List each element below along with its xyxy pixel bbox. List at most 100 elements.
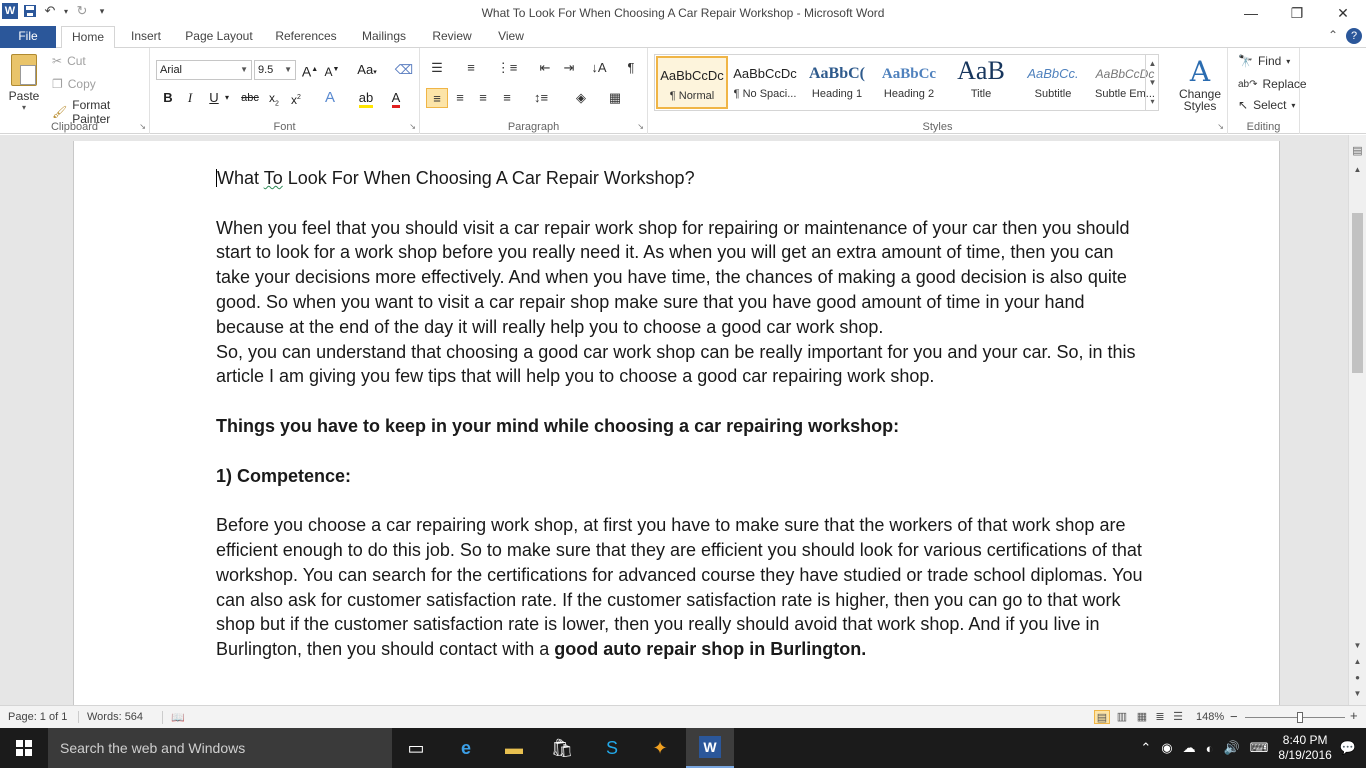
scroll-up-icon[interactable]: ▲ — [1349, 165, 1366, 174]
previous-page-icon[interactable]: ▲ — [1349, 657, 1366, 666]
multilevel-list-icon[interactable]: ⋮≡ — [496, 58, 518, 78]
font-color-icon[interactable]: A — [386, 88, 406, 108]
shading-icon[interactable]: ◈ — [570, 88, 592, 108]
strikethrough-icon[interactable]: abc — [238, 88, 262, 108]
start-button[interactable] — [0, 728, 48, 768]
underline-dropdown-icon[interactable]: ▾ — [222, 88, 232, 108]
shrink-font-icon[interactable]: A▼ — [322, 60, 342, 80]
help-icon[interactable]: ? — [1346, 28, 1362, 44]
scroll-thumb[interactable] — [1352, 213, 1363, 373]
cloud-icon[interactable]: ☁ — [1183, 740, 1196, 756]
text-effects-icon[interactable]: A — [320, 88, 340, 108]
style-subtitle[interactable]: AaBbCc. Subtitle — [1017, 56, 1089, 109]
web-layout-icon[interactable]: ▦ — [1134, 710, 1150, 724]
clear-formatting-icon[interactable]: ⌫ — [394, 60, 414, 80]
tab-references[interactable]: References — [268, 26, 344, 48]
draft-view-icon[interactable]: ☰ — [1170, 710, 1186, 724]
select-dropdown-icon[interactable]: ▾ — [1291, 101, 1295, 110]
scroll-down-icon[interactable]: ▼ — [1349, 641, 1366, 650]
restore-icon[interactable]: ❐ — [1274, 0, 1320, 26]
zoom-out-icon[interactable]: − — [1230, 709, 1238, 724]
show-formatting-icon[interactable]: ¶ — [620, 58, 642, 78]
decrease-indent-icon[interactable]: ⇤ — [534, 58, 556, 78]
vertical-scrollbar[interactable]: ▤ ▲ ▼ ▲ ● ▼ — [1348, 135, 1366, 705]
borders-icon[interactable]: ▦ — [604, 88, 626, 108]
ruler-toggle-icon[interactable]: ▤ — [1351, 145, 1364, 158]
justify-icon[interactable]: ≡ — [496, 88, 518, 108]
bold-icon[interactable]: B — [158, 88, 178, 108]
edge-browser-icon[interactable]: e — [442, 728, 490, 768]
close-icon[interactable]: ✕ — [1320, 0, 1366, 26]
paragraph-launcher-icon[interactable]: ↘ — [637, 122, 644, 131]
file-explorer-icon[interactable]: ▬ — [490, 728, 538, 768]
action-center-icon[interactable]: 💬 — [1340, 740, 1356, 756]
tab-home[interactable]: Home — [61, 26, 115, 49]
tab-view[interactable]: View — [488, 26, 534, 48]
superscript-icon[interactable]: x2 — [286, 88, 306, 108]
find-button[interactable]: 🔭 Find ▾ — [1238, 54, 1290, 68]
word-taskbar-icon[interactable]: W — [686, 728, 734, 768]
browse-object-icon[interactable]: ● — [1349, 673, 1366, 682]
find-dropdown-icon[interactable]: ▾ — [1286, 57, 1290, 66]
proofing-icon[interactable]: 📖 — [162, 711, 185, 724]
align-right-icon[interactable]: ≡ — [472, 88, 494, 108]
gallery-up-icon[interactable]: ▲ — [1149, 59, 1157, 68]
paste-button[interactable]: Paste ▾ — [6, 54, 42, 112]
print-layout-view-icon[interactable]: ▤ — [1094, 710, 1110, 724]
styles-launcher-icon[interactable]: ↘ — [1217, 122, 1224, 131]
zoom-level[interactable]: 148% — [1196, 711, 1224, 723]
next-page-icon[interactable]: ▼ — [1349, 689, 1366, 698]
word-count[interactable]: Words: 564 — [78, 711, 143, 723]
underline-icon[interactable]: U — [204, 88, 224, 108]
font-size-dropdown-icon[interactable]: ▼ — [284, 61, 292, 79]
numbering-icon[interactable]: ≡ — [460, 58, 482, 78]
tab-review[interactable]: Review — [424, 26, 480, 48]
clock[interactable]: 8:40 PM 8/19/2016 — [1278, 733, 1331, 763]
document-body[interactable]: What To Look For When Choosing A Car Rep… — [216, 166, 1146, 662]
skype-icon[interactable]: S — [588, 728, 636, 768]
zoom-in-icon[interactable]: + — [1350, 708, 1358, 723]
tab-page-layout[interactable]: Page Layout — [180, 26, 258, 48]
font-size-box[interactable]: 9.5 ▼ — [254, 60, 296, 80]
keyboard-icon[interactable]: ⌨ — [1250, 740, 1269, 756]
page-count[interactable]: Page: 1 of 1 — [8, 711, 67, 723]
zoom-slider-thumb[interactable] — [1297, 712, 1303, 723]
document-page[interactable]: What To Look For When Choosing A Car Rep… — [73, 141, 1280, 705]
style-normal[interactable]: AaBbCcDc ¶ Normal — [656, 56, 728, 109]
highlight-icon[interactable]: ab — [356, 88, 376, 108]
outline-view-icon[interactable]: ≣ — [1152, 710, 1168, 724]
minimize-icon[interactable]: — — [1228, 0, 1274, 26]
sort-icon[interactable]: ↓A — [588, 58, 610, 78]
style-heading-1[interactable]: AaBbC( Heading 1 — [801, 56, 873, 109]
align-center-icon[interactable]: ≡ — [449, 88, 471, 108]
task-view-icon[interactable]: ▭ — [392, 728, 440, 768]
paste-dropdown-icon[interactable]: ▾ — [6, 103, 42, 112]
taskbar-search[interactable]: Search the web and Windows — [48, 728, 392, 768]
full-screen-reading-icon[interactable]: ▥ — [1114, 710, 1130, 724]
grow-font-icon[interactable]: A▲ — [300, 60, 320, 80]
tab-insert[interactable]: Insert — [122, 26, 170, 48]
line-spacing-icon[interactable]: ↕≡ — [530, 88, 552, 108]
replace-button[interactable]: ab↷ Replace — [1238, 77, 1307, 91]
font-launcher-icon[interactable]: ↘ — [409, 122, 416, 131]
record-icon[interactable]: ◉ — [1161, 740, 1172, 756]
style-no-spacing[interactable]: AaBbCcDc ¶ No Spaci... — [729, 56, 801, 109]
minimize-ribbon-icon[interactable]: ⌃ — [1328, 28, 1338, 44]
style-title[interactable]: AaB Title — [945, 56, 1017, 109]
italic-icon[interactable]: I — [180, 88, 200, 108]
gallery-more-icon[interactable]: ▾ — [1150, 97, 1154, 106]
select-button[interactable]: ↖ Select ▾ — [1238, 98, 1295, 112]
store-icon[interactable]: 🛍 — [538, 728, 586, 768]
volume-icon[interactable]: 🔊 — [1223, 740, 1239, 756]
change-styles-button[interactable]: A Change Styles — [1174, 56, 1226, 113]
zoom-slider[interactable] — [1245, 717, 1345, 718]
tab-file[interactable]: File — [0, 26, 56, 48]
gallery-down-icon[interactable]: ▼ — [1149, 78, 1157, 87]
network-icon[interactable]: ◐ — [1206, 741, 1214, 756]
font-name-dropdown-icon[interactable]: ▼ — [240, 61, 248, 79]
show-hidden-icons-icon[interactable]: ⌃ — [1140, 740, 1151, 756]
change-case-icon[interactable]: Aa▾ — [354, 60, 380, 80]
app-icon[interactable]: ✦ — [636, 728, 684, 768]
tab-mailings[interactable]: Mailings — [352, 26, 416, 48]
align-left-icon[interactable]: ≡ — [426, 88, 448, 108]
